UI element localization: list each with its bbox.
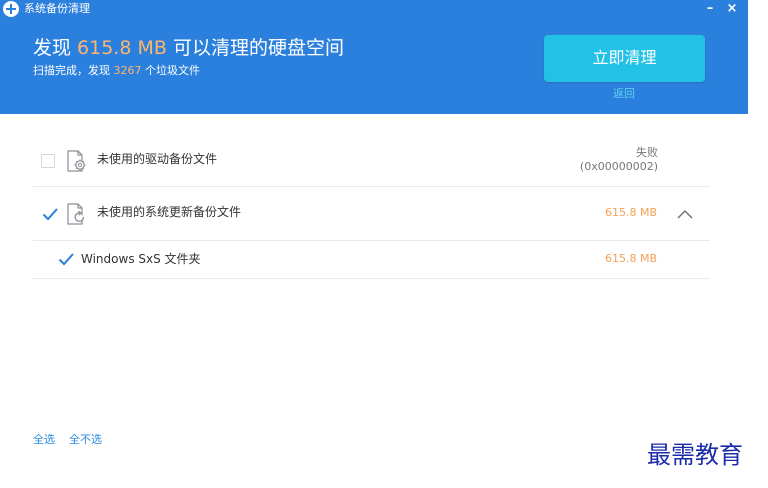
scan-headline: 发现 615.8 MB 可以清理的硬盘空间 <box>33 37 344 59</box>
list-subitem-sxs: Windows SxS 文件夹 615.8 MB <box>33 241 710 279</box>
driver-backup-label: 未使用的驱动备份文件 <box>97 152 218 166</box>
sxs-size: 615.8 MB <box>605 252 658 265</box>
clean-now-button[interactable]: 立即清理 <box>544 35 705 82</box>
select-all-link[interactable]: 全选 <box>33 433 55 446</box>
update-backup-label: 未使用的系统更新备份文件 <box>97 205 242 219</box>
header-banner: 系统备份清理 – × 发现 615.8 MB 可以清理的硬盘空间 扫描完成，发现… <box>0 0 748 114</box>
list-item-driver-backup: 未使用的驱动备份文件 失败 (0x00000002) <box>33 135 710 187</box>
subline-prefix: 扫描完成，发现 <box>33 64 114 77</box>
gear-document-icon <box>66 149 88 173</box>
select-none-link[interactable]: 全不选 <box>69 433 102 446</box>
status-failed-text: 失败 <box>636 146 658 159</box>
status-error-code: (0x00000002) <box>579 160 658 173</box>
headline-suffix: 可以清理的硬盘空间 <box>166 37 344 59</box>
subline-suffix: 个垃圾文件 <box>141 64 200 77</box>
close-button[interactable]: × <box>724 1 740 17</box>
update-backup-size: 615.8 MB <box>605 206 658 219</box>
minimize-button[interactable]: – <box>702 1 718 17</box>
update-backup-checkmark[interactable] <box>42 206 58 222</box>
refresh-document-icon <box>66 202 88 226</box>
app-plus-icon <box>3 1 19 17</box>
selection-links: 全选 全不选 <box>33 433 116 447</box>
chevron-up-icon[interactable] <box>677 209 693 219</box>
back-link[interactable]: 返回 <box>613 88 635 100</box>
headline-prefix: 发现 <box>33 37 78 59</box>
driver-backup-status: 失败 (0x00000002) <box>580 146 658 174</box>
window-title: 系统备份清理 <box>24 2 90 15</box>
driver-backup-checkbox[interactable] <box>41 154 55 168</box>
scan-subline: 扫描完成，发现 3267 个垃圾文件 <box>33 64 200 78</box>
title-bar: 系统备份清理 – × <box>0 0 748 18</box>
list-item-update-backup: 未使用的系统更新备份文件 615.8 MB <box>33 187 710 241</box>
subline-count: 3267 <box>113 64 142 77</box>
sxs-label: Windows SxS 文件夹 <box>81 252 201 266</box>
sxs-checkmark[interactable] <box>58 251 74 267</box>
headline-size: 615.8 MB <box>77 37 167 59</box>
watermark-text: 最需教育 <box>647 441 743 469</box>
